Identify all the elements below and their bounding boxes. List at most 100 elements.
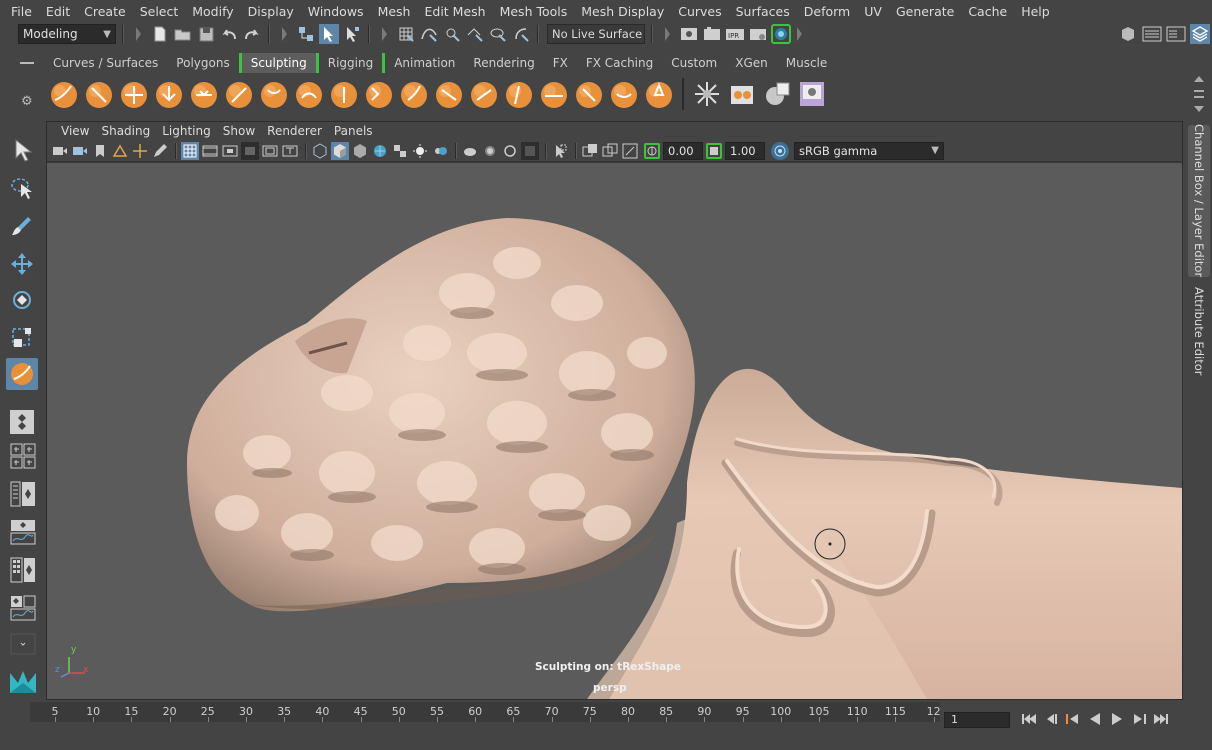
select-component-icon[interactable] [342, 24, 362, 44]
shelf-menu-icon[interactable] [20, 62, 34, 64]
field-chart-icon[interactable] [261, 142, 279, 160]
backface-culling-icon[interactable] [621, 142, 639, 160]
go-to-start-icon[interactable] [1018, 710, 1040, 728]
menu-surfaces[interactable]: Surfaces [729, 4, 797, 19]
viewport-menu-shading[interactable]: Shading [95, 124, 156, 138]
new-scene-icon[interactable] [150, 24, 170, 44]
blend-shape-icon[interactable] [797, 79, 827, 109]
tab-polygons[interactable]: Polygons [167, 53, 238, 73]
play-forward-icon[interactable] [1106, 710, 1128, 728]
collapse-arrow-icon[interactable] [797, 27, 802, 41]
sculpt-icon[interactable] [48, 79, 78, 109]
gear-icon[interactable]: ⚙ [21, 94, 33, 109]
exposure-field[interactable]: 0.00 [663, 141, 703, 160]
color-management-icon[interactable] [771, 141, 789, 160]
make-live-icon[interactable] [511, 24, 531, 44]
persp-outliner-layout-icon[interactable] [8, 480, 38, 508]
snap-surface-icon[interactable] [488, 24, 508, 44]
grid-icon[interactable] [181, 141, 199, 160]
move-tool-icon[interactable] [6, 248, 38, 280]
paint-select-tool-icon[interactable] [6, 210, 38, 242]
four-view-layout-icon[interactable] [8, 442, 38, 470]
select-camera-icon[interactable] [51, 142, 69, 160]
redo-icon[interactable] [242, 24, 262, 44]
render-view-icon[interactable] [679, 24, 699, 44]
unfreeze-icon[interactable] [727, 79, 757, 109]
gamma-field[interactable]: 1.00 [725, 141, 765, 160]
scrape-icon[interactable] [433, 79, 463, 109]
menu-windows[interactable]: Windows [301, 4, 371, 19]
menu-generate[interactable]: Generate [889, 4, 961, 19]
sculpt-tool-icon[interactable] [6, 358, 38, 390]
viewport-menu-show[interactable]: Show [217, 124, 261, 138]
shelf-scroll[interactable] [1192, 76, 1206, 112]
tab-attribute-editor[interactable]: Attribute Editor [1188, 287, 1210, 375]
motion-blur-icon[interactable] [461, 142, 479, 160]
menu-cache[interactable]: Cache [961, 4, 1014, 19]
textured-icon[interactable] [371, 142, 389, 160]
snap-grid-icon[interactable] [396, 24, 416, 44]
film-gate-icon[interactable] [201, 142, 219, 160]
lasso-tool-icon[interactable] [6, 172, 38, 204]
single-view-layout-icon[interactable] [6, 406, 38, 438]
persp-graph-hypershade-layout-icon[interactable] [8, 594, 38, 622]
tool-settings-toggle-icon[interactable] [1166, 24, 1186, 44]
tab-xgen[interactable]: XGen [726, 53, 777, 73]
imprint-icon[interactable] [363, 79, 393, 109]
gate-mask-icon[interactable] [241, 141, 259, 160]
render-settings-icon[interactable] [748, 24, 768, 44]
smooth-icon[interactable] [83, 79, 113, 109]
menu-edit-mesh[interactable]: Edit Mesh [417, 4, 492, 19]
select-tool-icon[interactable] [6, 134, 38, 166]
convert-to-frozen-icon[interactable] [692, 79, 722, 109]
tab-custom[interactable]: Custom [662, 53, 726, 73]
viewport-menu-renderer[interactable]: Renderer [261, 124, 328, 138]
exposure-toggle-icon[interactable] [644, 142, 660, 159]
scroll-down-icon[interactable] [1194, 106, 1204, 112]
menu-file[interactable]: File [4, 4, 39, 19]
go-to-end-icon[interactable] [1150, 710, 1172, 728]
xray-active-components-icon[interactable] [601, 142, 619, 160]
foamy-icon[interactable] [258, 79, 288, 109]
grease-pencil-icon[interactable] [151, 142, 169, 160]
smooth-shade-icon[interactable] [331, 141, 349, 160]
live-surface-field[interactable]: No Live Surface [547, 24, 645, 44]
collapse-arrow-icon[interactable] [136, 27, 141, 41]
snap-point-icon[interactable] [442, 24, 462, 44]
channel-box-toggle-icon[interactable] [1190, 24, 1210, 44]
tab-fx[interactable]: FX [544, 53, 577, 73]
multisample-aa-icon[interactable] [481, 142, 499, 160]
safe-action-icon[interactable] [281, 142, 299, 160]
menu-help[interactable]: Help [1014, 4, 1057, 19]
collapse-arrow-icon[interactable] [282, 27, 287, 41]
time-slider-track[interactable]: 5 10 15 20 25 30 35 40 45 50 55 60 65 70 75 80 85 90 95 100… [30, 702, 941, 722]
tab-channel-box[interactable]: Channel Box / Layer Editor [1188, 124, 1210, 278]
smear-icon[interactable] [538, 79, 568, 109]
xray-icon[interactable] [551, 142, 569, 160]
lock-camera-icon[interactable] [71, 142, 89, 160]
tab-muscle[interactable]: Muscle [777, 53, 837, 73]
viewport-menu-lighting[interactable]: Lighting [156, 124, 217, 138]
resolution-gate-icon[interactable] [221, 142, 239, 160]
menu-select[interactable]: Select [133, 4, 186, 19]
tab-curves-surfaces[interactable]: Curves / Surfaces [44, 53, 167, 73]
menu-modify[interactable]: Modify [185, 4, 240, 19]
viewport-canvas[interactable]: Sculpting on: tRexShape persp y z x [47, 163, 1182, 699]
wireframe-icon[interactable] [311, 142, 329, 160]
step-back-key-icon[interactable] [1040, 710, 1062, 728]
tab-rendering[interactable]: Rendering [464, 53, 543, 73]
step-forward-frame-icon[interactable] [1128, 710, 1150, 728]
menuset-dropdown[interactable]: Modeling ▼ [18, 24, 116, 44]
menu-edit[interactable]: Edit [39, 4, 77, 19]
maya-logo-icon[interactable] [8, 666, 38, 694]
tab-sculpting[interactable]: Sculpting [238, 53, 319, 73]
sculpt-mesh-icon[interactable] [762, 79, 792, 109]
gamma-toggle-icon[interactable] [706, 142, 722, 159]
menu-curves[interactable]: Curves [671, 4, 728, 19]
scale-tool-icon[interactable] [6, 322, 38, 354]
2d-pan-zoom-icon[interactable] [131, 142, 149, 160]
save-scene-icon[interactable] [196, 24, 216, 44]
viewport-menu-view[interactable]: View [55, 124, 95, 138]
freeze-icon[interactable] [643, 79, 673, 109]
fill-icon[interactable] [468, 79, 498, 109]
